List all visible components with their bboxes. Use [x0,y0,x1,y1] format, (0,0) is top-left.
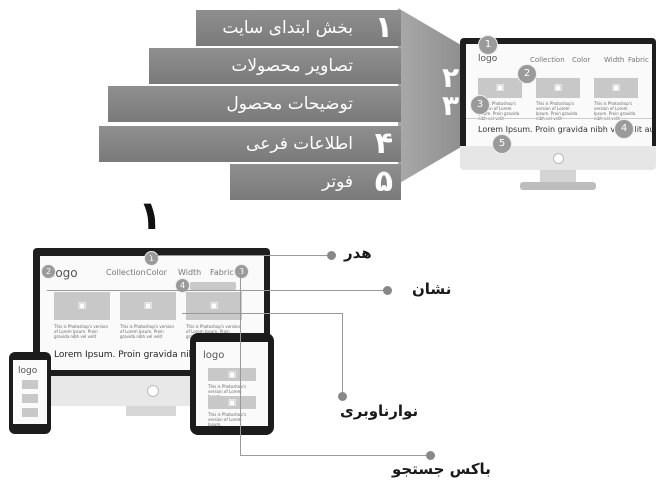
step-3-number: ۳ [442,89,460,122]
nav-width: Width [604,56,625,64]
navbar-leader-line [342,313,343,397]
product-image: ▣ [594,78,638,98]
image-icon: ▣ [495,83,505,93]
badge-2: 2 [517,64,537,84]
badge-4: 4 [614,119,634,139]
product-image [22,408,38,417]
search-box[interactable] [190,282,236,290]
navbar-leader-line [182,313,342,314]
product-image: ▣ [54,292,110,320]
monitor-neck [126,406,176,416]
badge-leader-line [47,290,387,291]
product-image: ▣ [478,78,522,98]
monitor-neck [540,170,576,182]
search-box-label: باکس جستجو [392,460,491,478]
nav-collection: Collection [106,268,146,277]
badge-5: 5 [492,134,512,154]
image-icon: ▣ [227,397,237,408]
badge-2: 2 [41,264,56,279]
section-number: ۱ [138,193,163,239]
nav-collection: Collection [530,56,565,64]
search-marker [426,451,435,460]
product-text: This is Photoshop's version of Lorem Ips… [54,324,109,339]
product-image: ▣ [120,292,176,320]
step-4: اطلاعات فرعی ۴ [99,126,401,162]
badge-marker [383,286,392,295]
footer-text: Lorem Ipsum. Proin gravida nibh [54,350,201,360]
step-5: فوتر ۵ [230,164,401,200]
product-image: ▣ [536,78,580,98]
product-image [22,380,38,389]
logo: logo [203,350,225,361]
step-4-label: اطلاعات فرعی [246,134,353,154]
nav-color: Color [572,56,591,64]
image-icon: ▣ [209,301,219,311]
step-1-number: ۱ [374,10,393,45]
product-text: This is Photoshop's version of Lorem Ips… [120,324,175,339]
header-label: هدر [344,244,372,262]
header-marker [327,251,336,260]
search-leader-line [240,270,241,456]
step-5-label: فوتر [321,172,353,192]
image-icon: ▣ [77,301,87,311]
navbar-marker [338,392,347,401]
product-image [22,394,38,403]
product-image: ▣ [208,368,256,381]
badge-1: 1 [478,35,498,55]
nav-width: Width [178,268,202,277]
header-leader-line [151,255,331,256]
step-2-number: ۲ [442,61,460,94]
navbar-label: نوارناوبری [340,402,419,420]
step-3-label: توضیحات محصول [226,94,353,114]
logo: logo [18,366,38,376]
badge-3: 3 [470,95,490,115]
step-5-number: ۵ [374,164,393,199]
nav-fabric: Fabric [628,56,649,64]
step-4-number: ۴ [374,126,393,161]
nav-color: Color [146,268,167,277]
image-icon: ▣ [227,369,237,380]
step-1: بخش ابتدای سایت ۱ [196,10,401,46]
monitor-base [520,182,596,190]
phone-screen: logo [13,360,47,424]
tablet-screen: logo ▣ This is Photoshop's version of Lo… [196,342,268,427]
step-3: توضیحات محصول [108,86,401,122]
image-icon: ▣ [611,83,621,93]
image-icon: ▣ [143,301,153,311]
power-dot-icon [147,385,159,397]
badge-label: نشان [412,280,452,298]
power-dot-icon [553,153,564,164]
logo: logo [478,54,498,64]
search-leader-line [240,455,430,456]
product-text: This is Photoshop's version of Lorem Ips… [208,412,247,427]
image-icon: ▣ [553,83,563,93]
badge-3: 3 [234,264,249,279]
product-image: ▣ [208,396,256,409]
nav-fabric: Fabric [210,268,234,277]
step-2-label: تصاویر محصولات [231,56,353,76]
step-1-label: بخش ابتدای سایت [222,18,353,38]
step-2: تصاویر محصولات [149,48,401,84]
badge-1: 1 [144,251,159,266]
product-image: ▣ [186,292,242,320]
